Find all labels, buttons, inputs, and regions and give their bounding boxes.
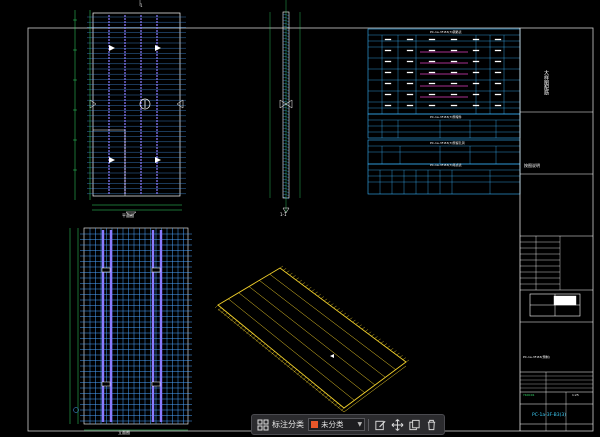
table-title-embed: PC-1a-3F-B3(3)预埋件 — [430, 114, 462, 119]
table-title-hole: PC-1a-3F-B3(3)预留孔洞 — [430, 140, 465, 145]
table-title-lift: PC-1a-3F-B3(3)吊点表 — [430, 162, 462, 167]
delete-icon[interactable] — [425, 417, 438, 432]
edit-icon[interactable] — [374, 417, 387, 432]
drawing-code: PC-1a-3F-B3(预制) — [523, 354, 550, 359]
toolbar-divider — [368, 418, 369, 431]
sheet-code: PC-1a-3F-B3(3) — [532, 412, 566, 418]
plan-title: 平面图 — [122, 212, 134, 218]
title-side-text: 大样图配筋 — [543, 69, 549, 96]
section-marker: 1-1 — [280, 212, 287, 217]
scale-label: 1:25 — [572, 393, 579, 397]
category-select[interactable]: 未分类 ▼ — [308, 418, 366, 431]
elevation-label: 立面图 — [118, 429, 130, 435]
title-note-text: 按图说明 — [524, 162, 540, 168]
category-select-value: 未分类 — [321, 420, 344, 429]
move-icon[interactable] — [391, 417, 404, 432]
chevron-down-icon: ▼ — [357, 421, 363, 428]
copy-icon[interactable] — [408, 417, 421, 432]
grid-icon[interactable] — [256, 417, 270, 432]
annotation-toolbar: 标注分类 未分类 ▼ — [251, 414, 445, 435]
table-title-rebar: PC-1a-3F-B3(3)钢筋表 — [430, 29, 462, 34]
category-color-swatch — [311, 421, 318, 428]
project-number: YKXC01 — [523, 393, 535, 397]
cad-drawing-canvas[interactable]: 1 平面图 1-1 立面图 大样图配筋 按图说明 PC-1a-3F-B3(3) … — [0, 0, 600, 437]
toolbar-label: 标注分类 — [272, 420, 304, 429]
